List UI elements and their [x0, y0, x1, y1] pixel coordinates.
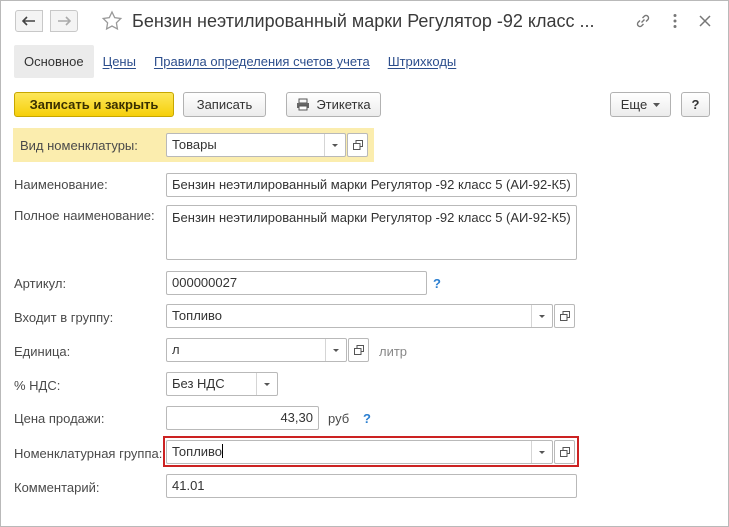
article-help-link[interactable]: ?: [433, 276, 441, 291]
price-help-link[interactable]: ?: [363, 411, 371, 426]
tab-barcodes[interactable]: Штрихкоды: [379, 45, 466, 78]
open-window-icon: [559, 311, 570, 321]
unit-value: л: [172, 342, 180, 357]
vat-value: Без НДС: [172, 376, 225, 391]
text-cursor: [222, 444, 224, 458]
vat-select[interactable]: Без НДС: [166, 372, 278, 396]
printer-icon: [296, 98, 310, 111]
back-button[interactable]: [15, 10, 43, 32]
arrow-left-icon: [22, 16, 35, 26]
price-currency: руб: [328, 411, 350, 426]
save-and-close-button[interactable]: Записать и закрыть: [14, 92, 174, 117]
close-icon: [699, 15, 711, 27]
tab-prices[interactable]: Цены: [94, 45, 145, 78]
dropdown-arrow-icon[interactable]: [531, 441, 552, 463]
group-label: Входит в группу:: [14, 310, 114, 325]
nomenclature-group-value: Топливо: [172, 444, 223, 459]
help-button[interactable]: ?: [681, 92, 710, 117]
unit-hint: литр: [379, 344, 408, 359]
arrow-right-icon: [58, 16, 71, 26]
nomenclature-group-select[interactable]: Топливо: [166, 440, 553, 464]
open-window-icon: [353, 345, 364, 355]
item-type-select[interactable]: Товары: [166, 133, 346, 157]
full-name-label: Полное наименование:: [14, 208, 155, 223]
print-label-text: Этикетка: [316, 97, 371, 112]
print-label-button[interactable]: Этикетка: [286, 92, 381, 117]
favorite-button[interactable]: [101, 10, 123, 32]
dropdown-arrow-icon[interactable]: [531, 305, 552, 327]
article-value: 000000027: [172, 275, 238, 290]
tab-main[interactable]: Основное: [14, 45, 94, 78]
more-button[interactable]: Еще: [610, 92, 671, 117]
item-type-value: Товары: [172, 137, 217, 152]
more-vertical-icon: [673, 14, 677, 28]
group-select[interactable]: Топливо: [166, 304, 553, 328]
chevron-down-icon: [653, 102, 661, 107]
unit-open-button[interactable]: [348, 338, 369, 362]
link-button[interactable]: [634, 12, 652, 30]
price-label: Цена продажи:: [14, 411, 105, 426]
menu-button[interactable]: [666, 12, 684, 30]
full-name-textarea[interactable]: Бензин неэтилированный марки Регулятор -…: [166, 205, 577, 260]
dropdown-arrow-icon[interactable]: [324, 134, 345, 156]
group-open-button[interactable]: [554, 304, 575, 328]
item-type-label: Вид номенклатуры:: [20, 138, 138, 153]
open-window-icon: [559, 447, 570, 457]
close-button[interactable]: [696, 12, 714, 30]
tab-bar: Основное Цены Правила определения счетов…: [14, 45, 465, 78]
help-label: ?: [691, 97, 700, 112]
comment-label: Комментарий:: [14, 480, 100, 495]
unit-label: Единица:: [14, 344, 71, 359]
price-value: 43,30: [280, 410, 313, 425]
save-button[interactable]: Записать: [183, 92, 266, 117]
item-form-window: Бензин неэтилированный марки Регулятор -…: [0, 0, 729, 527]
dropdown-arrow-icon[interactable]: [325, 339, 346, 361]
tab-account-rules[interactable]: Правила определения счетов учета: [145, 45, 379, 78]
item-type-open-button[interactable]: [347, 133, 368, 157]
link-icon: [636, 14, 650, 28]
price-input[interactable]: 43,30: [166, 406, 319, 430]
name-label: Наименование:: [14, 177, 108, 192]
name-input[interactable]: Бензин неэтилированный марки Регулятор -…: [166, 173, 577, 197]
comment-input[interactable]: 41.01: [166, 474, 577, 498]
window-title: Бензин неэтилированный марки Регулятор -…: [132, 11, 595, 31]
unit-select[interactable]: л: [166, 338, 347, 362]
group-value: Топливо: [172, 308, 223, 323]
full-name-value: Бензин неэтилированный марки Регулятор -…: [172, 210, 571, 225]
save-label: Записать: [196, 97, 253, 112]
dropdown-arrow-icon[interactable]: [256, 373, 277, 395]
comment-value: 41.01: [172, 478, 205, 493]
nomenclature-group-open-button[interactable]: [554, 440, 575, 464]
more-label: Еще: [620, 97, 648, 112]
save-and-close-label: Записать и закрыть: [29, 97, 159, 112]
forward-button[interactable]: [50, 10, 78, 32]
article-label: Артикул:: [14, 276, 67, 291]
star-icon: [101, 10, 123, 31]
name-value: Бензин неэтилированный марки Регулятор -…: [172, 177, 571, 192]
nomenclature-group-label: Номенклатурная группа:: [14, 446, 163, 461]
open-window-icon: [352, 140, 363, 150]
article-input[interactable]: 000000027: [166, 271, 427, 295]
vat-label: % НДС:: [14, 378, 61, 393]
